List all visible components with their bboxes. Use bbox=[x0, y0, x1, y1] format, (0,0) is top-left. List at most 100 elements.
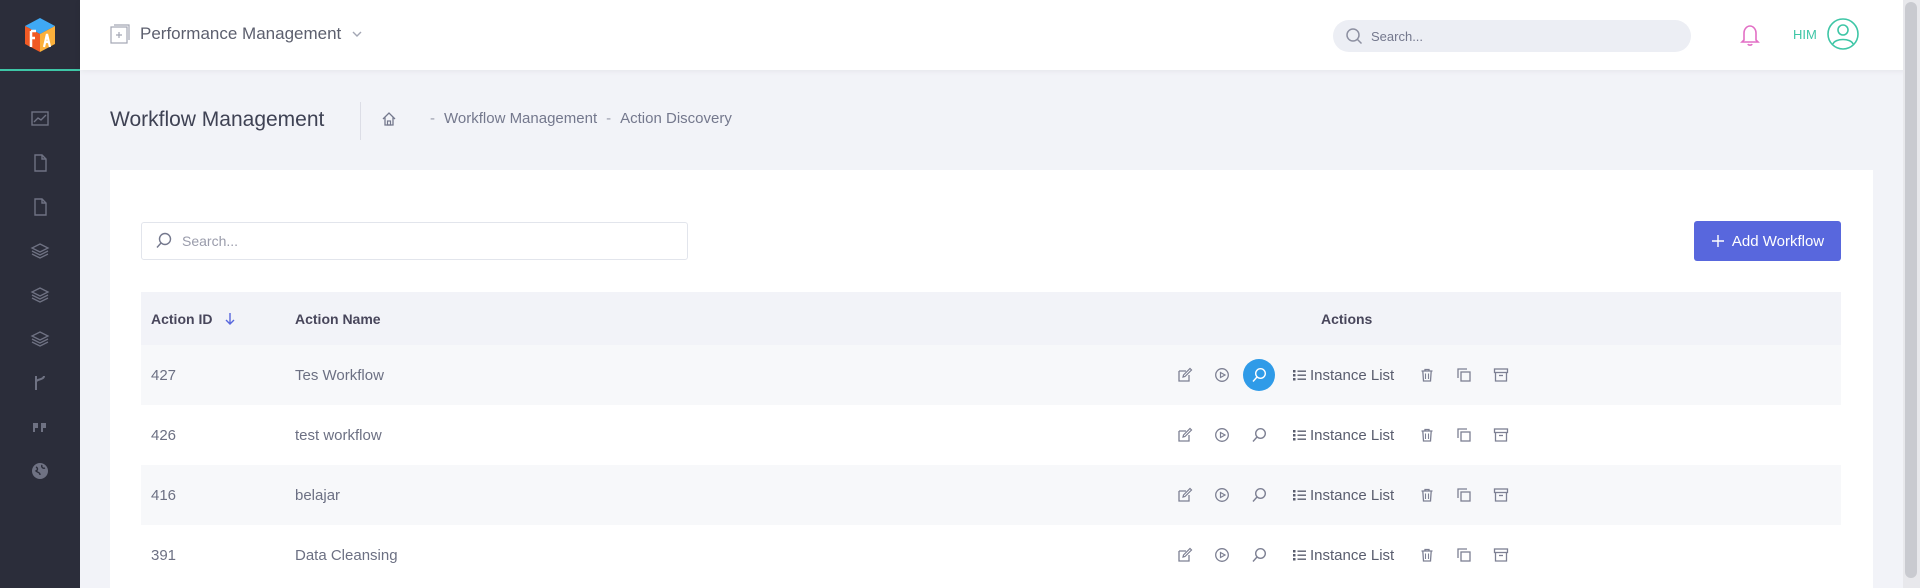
delete-button[interactable] bbox=[1408, 359, 1445, 391]
global-search[interactable] bbox=[1333, 20, 1691, 52]
cell-action-id: 416 bbox=[151, 486, 177, 504]
archive-button[interactable] bbox=[1482, 359, 1519, 391]
instance-list-button[interactable]: Instance List bbox=[1292, 367, 1394, 384]
subheader: Workflow Management - Workflow Managemen… bbox=[80, 70, 1920, 170]
instance-list-label: Instance List bbox=[1310, 426, 1395, 444]
sidebar-item-layers-2[interactable] bbox=[0, 273, 80, 317]
sidebar-item-dashboard[interactable] bbox=[0, 97, 80, 141]
app-logo[interactable] bbox=[0, 0, 80, 71]
edit-button[interactable] bbox=[1166, 479, 1203, 511]
column-action-id[interactable]: Action ID bbox=[151, 311, 236, 327]
trash-icon bbox=[1421, 548, 1433, 562]
layers-icon bbox=[30, 243, 50, 259]
edit-button[interactable] bbox=[1166, 539, 1203, 571]
duplicate-button[interactable] bbox=[1445, 479, 1482, 511]
layers-icon bbox=[30, 287, 50, 303]
table-row: 426 test workflow Instance List bbox=[141, 405, 1841, 465]
chevron-down-icon bbox=[352, 31, 362, 37]
copy-icon bbox=[1457, 548, 1471, 562]
breadcrumb: - Workflow Management - Action Discovery bbox=[381, 110, 732, 127]
column-actions: Actions bbox=[1321, 310, 1373, 327]
breadcrumb-item-workflow[interactable]: Workflow Management bbox=[444, 110, 597, 127]
search-icon bbox=[1252, 367, 1267, 382]
breadcrumb-item-action-discovery[interactable]: Action Discovery bbox=[620, 110, 732, 127]
instance-list-button[interactable]: Instance List bbox=[1292, 427, 1394, 444]
top-header: Performance Management HIM bbox=[80, 0, 1920, 70]
row-actions: Instance List bbox=[1166, 539, 1519, 571]
instance-list-label: Instance List bbox=[1310, 546, 1395, 564]
cell-action-name: test workflow bbox=[295, 426, 382, 444]
column-action-name[interactable]: Action Name bbox=[295, 311, 381, 327]
content-card: Add Workflow Action ID Action Name Actio… bbox=[110, 170, 1873, 588]
sidebar-item-document-2[interactable] bbox=[0, 185, 80, 229]
archive-icon bbox=[1493, 488, 1508, 502]
table-body: 427 Tes Workflow Instance List 426 test work… bbox=[141, 345, 1841, 585]
global-search-input[interactable] bbox=[1371, 28, 1671, 44]
add-workflow-button[interactable]: Add Workflow bbox=[1694, 221, 1841, 261]
module-selector[interactable]: Performance Management bbox=[110, 24, 363, 44]
discover-button[interactable] bbox=[1240, 539, 1277, 571]
run-button[interactable] bbox=[1203, 419, 1240, 451]
home-icon[interactable] bbox=[381, 111, 397, 127]
globe-icon bbox=[32, 463, 48, 479]
search-icon bbox=[1346, 28, 1363, 45]
edit-button[interactable] bbox=[1166, 359, 1203, 391]
sidebar-item-layers-1[interactable] bbox=[0, 229, 80, 273]
chart-line-icon bbox=[31, 111, 49, 126]
module-title: Performance Management bbox=[140, 24, 342, 43]
user-name: HIM bbox=[1793, 26, 1817, 42]
cell-action-id: 426 bbox=[151, 426, 177, 444]
sidebar-item-document-1[interactable] bbox=[0, 141, 80, 185]
delete-button[interactable] bbox=[1408, 419, 1445, 451]
add-workflow-label: Add Workflow bbox=[1731, 232, 1825, 250]
archive-button[interactable] bbox=[1482, 479, 1519, 511]
cell-action-name: Data Cleansing bbox=[295, 546, 398, 564]
user-menu[interactable]: HIM bbox=[1793, 17, 1860, 51]
page-scroll-thumb[interactable] bbox=[1905, 2, 1917, 578]
notifications-button[interactable] bbox=[1739, 23, 1761, 52]
edit-button[interactable] bbox=[1166, 419, 1203, 451]
copy-icon bbox=[1457, 428, 1471, 442]
sidebar-item-quote[interactable] bbox=[0, 405, 80, 449]
breadcrumb-separator: - bbox=[606, 110, 612, 127]
list-icon bbox=[1293, 370, 1306, 381]
archive-button[interactable] bbox=[1482, 419, 1519, 451]
sidebar-item-git[interactable] bbox=[0, 361, 80, 405]
run-button[interactable] bbox=[1203, 539, 1240, 571]
logo-icon bbox=[25, 17, 55, 52]
document-icon bbox=[34, 154, 47, 172]
table-search-input[interactable] bbox=[182, 233, 682, 249]
instance-list-button[interactable]: Instance List bbox=[1292, 487, 1394, 504]
edit-icon bbox=[1177, 487, 1192, 502]
delete-button[interactable] bbox=[1408, 539, 1445, 571]
table-row: 416 belajar Instance List bbox=[141, 465, 1841, 525]
document-icon bbox=[34, 198, 47, 216]
instance-list-button[interactable]: Instance List bbox=[1292, 547, 1394, 564]
discover-button[interactable] bbox=[1243, 359, 1275, 391]
cell-action-name: Tes Workflow bbox=[295, 366, 384, 384]
duplicate-button[interactable] bbox=[1445, 539, 1482, 571]
archive-button[interactable] bbox=[1482, 539, 1519, 571]
duplicate-button[interactable] bbox=[1445, 419, 1482, 451]
cell-action-id: 391 bbox=[151, 546, 177, 564]
duplicate-button[interactable] bbox=[1445, 359, 1482, 391]
discover-button[interactable] bbox=[1240, 479, 1277, 511]
archive-icon bbox=[1493, 548, 1508, 562]
run-button[interactable] bbox=[1203, 479, 1240, 511]
module-icon bbox=[110, 24, 130, 44]
cell-action-name: belajar bbox=[295, 486, 341, 504]
plus-icon bbox=[1711, 235, 1724, 247]
play-circle-icon bbox=[1214, 428, 1229, 442]
discover-button[interactable] bbox=[1240, 419, 1277, 451]
table-search[interactable] bbox=[141, 222, 688, 260]
edit-icon bbox=[1177, 367, 1192, 382]
breadcrumb-separator: - bbox=[430, 110, 435, 127]
search-icon bbox=[1251, 487, 1266, 502]
list-icon bbox=[1293, 430, 1306, 441]
sidebar-item-globe[interactable] bbox=[0, 449, 80, 493]
layers-icon bbox=[30, 331, 50, 347]
delete-button[interactable] bbox=[1408, 479, 1445, 511]
bell-icon bbox=[1740, 25, 1760, 46]
run-button[interactable] bbox=[1203, 359, 1240, 391]
sidebar-item-layers-3[interactable] bbox=[0, 317, 80, 361]
